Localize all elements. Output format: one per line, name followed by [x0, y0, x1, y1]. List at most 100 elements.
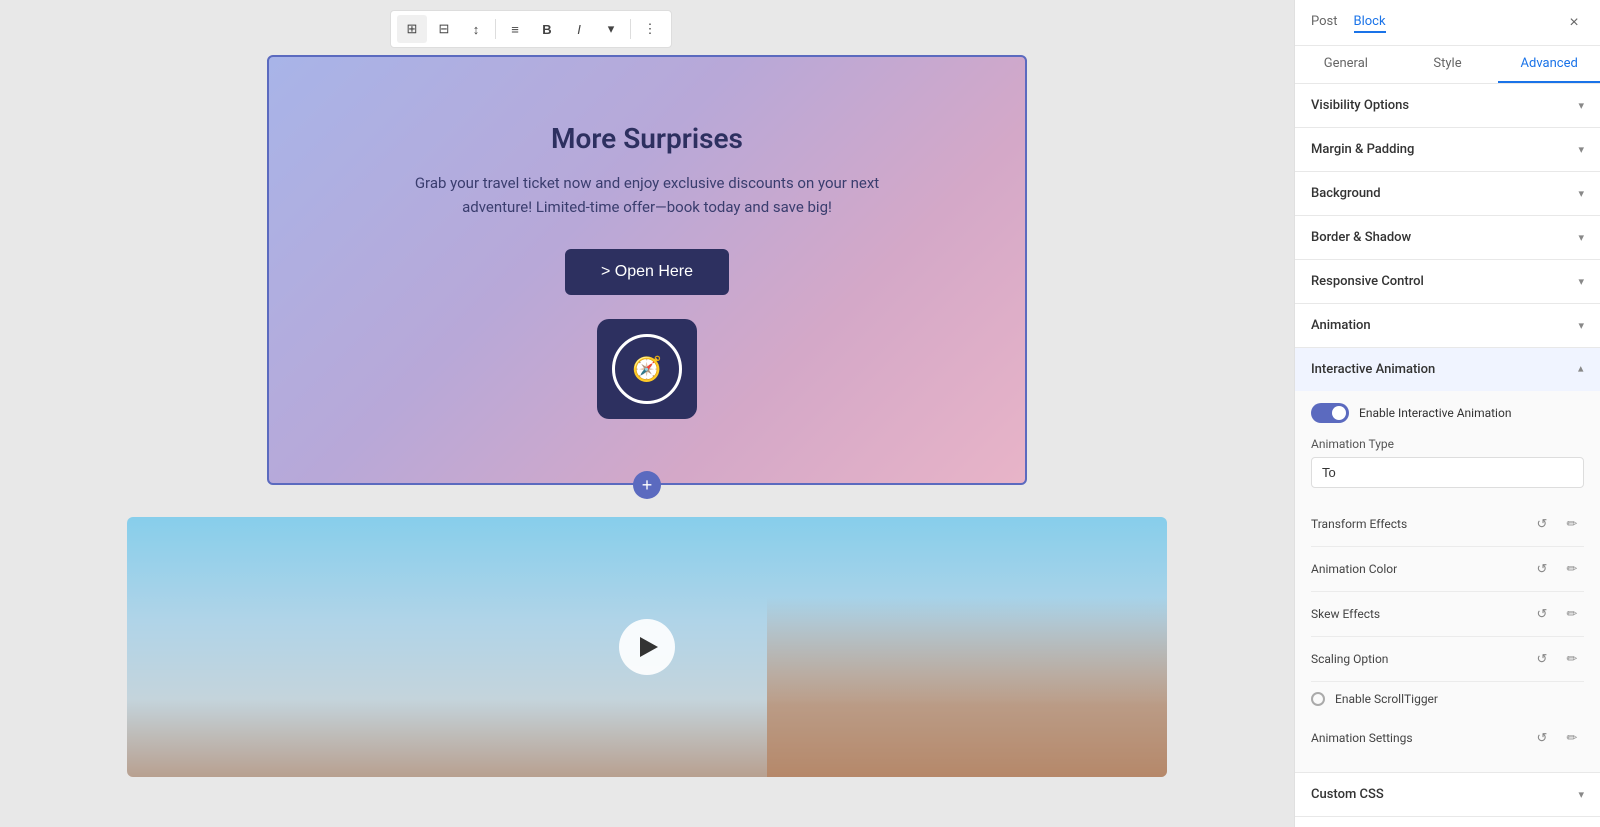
interactive-animation-section: Interactive Animation ▾ Enable Interacti…	[1295, 348, 1600, 773]
compass-container: 🧭	[597, 319, 697, 419]
responsive-control-label: Responsive Control	[1311, 274, 1424, 289]
animation-settings-label: Animation Settings	[1311, 731, 1413, 745]
transform-effects-actions: ↺ ✏	[1530, 512, 1584, 536]
panel-header: Post Block ×	[1295, 0, 1600, 46]
toolbar-dropdown-btn[interactable]: ▾	[596, 15, 626, 43]
enable-animation-label: Enable Interactive Animation	[1359, 406, 1511, 420]
toolbar-italic-btn[interactable]: I	[564, 15, 594, 43]
toolbar-layout-btn[interactable]: ⊞	[397, 15, 427, 43]
animation-type-select[interactable]: To From FromTo	[1311, 457, 1584, 488]
tab-advanced[interactable]: Advanced	[1498, 46, 1600, 83]
scaling-option-row: Scaling Option ↺ ✏	[1311, 637, 1584, 682]
interactive-animation-header[interactable]: Interactive Animation ▾	[1295, 348, 1600, 391]
open-here-button[interactable]: > Open Here	[565, 249, 729, 295]
panel-tab-block[interactable]: Block	[1354, 12, 1386, 33]
tab-style[interactable]: Style	[1397, 46, 1499, 83]
block-title: More Surprises	[551, 122, 743, 155]
video-play-button[interactable]	[619, 619, 675, 675]
editor-area: ⊞ ⊟ ↕ ≡ B I ▾ ⋮ More Surprises Grab your…	[0, 0, 1294, 827]
custom-css-header[interactable]: Custom CSS ▾	[1295, 773, 1600, 816]
animation-settings-actions: ↺ ✏	[1530, 726, 1584, 750]
content-block-video	[127, 517, 1167, 777]
tab-general[interactable]: General	[1295, 46, 1397, 83]
background-header[interactable]: Background ▾	[1295, 172, 1600, 215]
border-shadow-header[interactable]: Border & Shadow ▾	[1295, 216, 1600, 259]
visibility-options-header[interactable]: Visibility Options ▾	[1295, 84, 1600, 127]
skew-effects-actions: ↺ ✏	[1530, 602, 1584, 626]
toolbar-align-btn[interactable]: ≡	[500, 15, 530, 43]
border-shadow-section: Border & Shadow ▾	[1295, 216, 1600, 260]
enable-animation-row: Enable Interactive Animation	[1311, 403, 1584, 423]
background-chevron: ▾	[1578, 187, 1584, 200]
enable-animation-toggle[interactable]	[1311, 403, 1349, 423]
interactive-animation-chevron: ▾	[1578, 363, 1584, 376]
transform-effects-row: Transform Effects ↺ ✏	[1311, 502, 1584, 547]
responsive-control-section: Responsive Control ▾	[1295, 260, 1600, 304]
animation-color-reset-btn[interactable]: ↺	[1530, 557, 1554, 581]
toolbar-arrows-btn[interactable]: ↕	[461, 15, 491, 43]
scaling-option-reset-btn[interactable]: ↺	[1530, 647, 1554, 671]
block-toolbar: ⊞ ⊟ ↕ ≡ B I ▾ ⋮	[390, 10, 672, 48]
background-section: Background ▾	[1295, 172, 1600, 216]
interactive-animation-body: Enable Interactive Animation Animation T…	[1295, 391, 1600, 772]
animation-type-label: Animation Type	[1311, 437, 1584, 451]
margin-padding-chevron: ▾	[1578, 143, 1584, 156]
scaling-option-label: Scaling Option	[1311, 652, 1388, 666]
panel-close-button[interactable]: ×	[1564, 13, 1584, 33]
content-block-1: More Surprises Grab your travel ticket n…	[267, 55, 1027, 485]
compass-circle: 🧭	[612, 334, 682, 404]
custom-css-label: Custom CSS	[1311, 787, 1384, 802]
panel-tabs: Post Block	[1311, 12, 1386, 33]
scroll-trigger-row: Enable ScrollTigger	[1311, 682, 1584, 716]
skew-effects-reset-btn[interactable]: ↺	[1530, 602, 1554, 626]
block-description: Grab your travel ticket now and enjoy ex…	[407, 171, 887, 219]
scroll-trigger-label: Enable ScrollTigger	[1335, 692, 1438, 706]
visibility-options-chevron: ▾	[1578, 99, 1584, 112]
toolbar-more-btn[interactable]: ⋮	[635, 15, 665, 43]
margin-padding-header[interactable]: Margin & Padding ▾	[1295, 128, 1600, 171]
custom-css-chevron: ▾	[1578, 788, 1584, 801]
custom-css-section: Custom CSS ▾	[1295, 773, 1600, 817]
margin-padding-label: Margin & Padding	[1311, 142, 1414, 157]
animation-color-actions: ↺ ✏	[1530, 557, 1584, 581]
animation-settings-row: Animation Settings ↺ ✏	[1311, 716, 1584, 760]
panel-tab-post[interactable]: Post	[1311, 12, 1338, 33]
responsive-control-chevron: ▾	[1578, 275, 1584, 288]
animation-settings-edit-btn[interactable]: ✏	[1560, 726, 1584, 750]
right-panel: Post Block × General Style Advanced Visi…	[1294, 0, 1600, 827]
toolbar-bold-btn[interactable]: B	[532, 15, 562, 43]
transform-effects-reset-btn[interactable]: ↺	[1530, 512, 1554, 536]
transform-effects-edit-btn[interactable]: ✏	[1560, 512, 1584, 536]
background-label: Background	[1311, 186, 1381, 201]
animation-header[interactable]: Animation ▾	[1295, 304, 1600, 347]
scaling-option-actions: ↺ ✏	[1530, 647, 1584, 671]
block-tab-switcher: General Style Advanced	[1295, 46, 1600, 84]
scaling-option-edit-btn[interactable]: ✏	[1560, 647, 1584, 671]
toolbar-divider-2	[630, 19, 631, 39]
border-shadow-label: Border & Shadow	[1311, 230, 1411, 245]
animation-section: Animation ▾	[1295, 304, 1600, 348]
help-section: B Need Help? ⊡ Demo ⊡ Doc	[1295, 817, 1600, 827]
interactive-animation-label: Interactive Animation	[1311, 362, 1435, 377]
border-shadow-chevron: ▾	[1578, 231, 1584, 244]
building-decoration	[767, 597, 1167, 777]
animation-color-row: Animation Color ↺ ✏	[1311, 547, 1584, 592]
animation-chevron: ▾	[1578, 319, 1584, 332]
animation-settings-reset-btn[interactable]: ↺	[1530, 726, 1554, 750]
animation-color-edit-btn[interactable]: ✏	[1560, 557, 1584, 581]
visibility-options-section: Visibility Options ▾	[1295, 84, 1600, 128]
skew-effects-label: Skew Effects	[1311, 607, 1380, 621]
add-block-button[interactable]: +	[633, 471, 661, 499]
scroll-trigger-radio[interactable]	[1311, 692, 1325, 706]
animation-color-label: Animation Color	[1311, 562, 1397, 576]
toolbar-divider-1	[495, 19, 496, 39]
margin-padding-section: Margin & Padding ▾	[1295, 128, 1600, 172]
skew-effects-row: Skew Effects ↺ ✏	[1311, 592, 1584, 637]
panel-content: Visibility Options ▾ Margin & Padding ▾ …	[1295, 84, 1600, 827]
toolbar-grid-btn[interactable]: ⊟	[429, 15, 459, 43]
transform-effects-label: Transform Effects	[1311, 517, 1407, 531]
responsive-control-header[interactable]: Responsive Control ▾	[1295, 260, 1600, 303]
compass-icon: 🧭	[632, 355, 662, 383]
animation-type-field: Animation Type To From FromTo	[1311, 437, 1584, 502]
skew-effects-edit-btn[interactable]: ✏	[1560, 602, 1584, 626]
